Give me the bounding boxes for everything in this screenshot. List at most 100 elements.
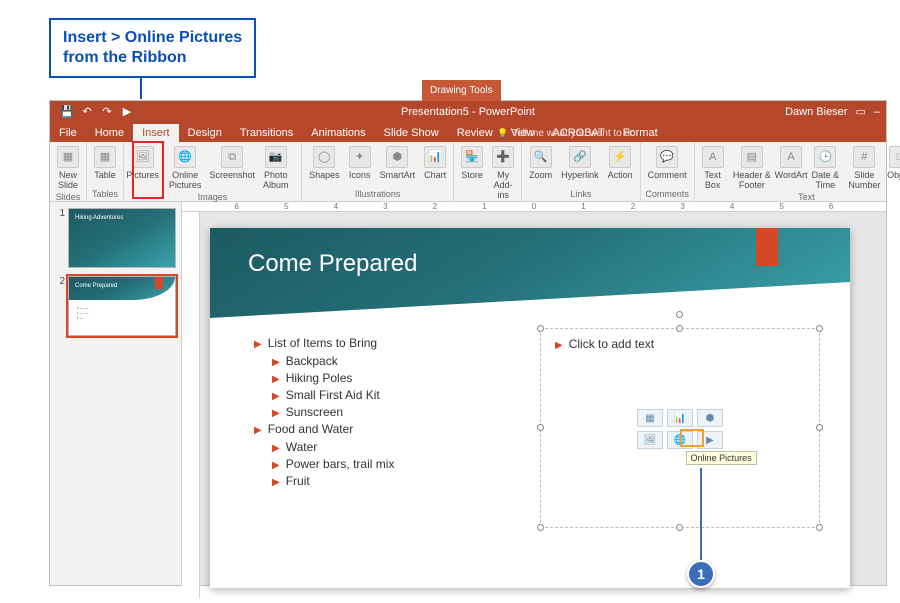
undo-icon[interactable]: ↶: [80, 105, 94, 119]
slide-title[interactable]: Come Prepared: [248, 250, 417, 278]
action-icon: ⚡: [609, 146, 631, 168]
resize-handle[interactable]: [537, 325, 544, 332]
ribbon-btn-label: Icons: [349, 170, 371, 180]
ribbon-btn-store[interactable]: 🏪Store: [458, 144, 486, 202]
resize-handle[interactable]: [676, 524, 683, 531]
ruler-vertical: [182, 212, 200, 598]
bullet-item[interactable]: ▶Small First Aid Kit: [254, 388, 504, 402]
insert-smartart-icon[interactable]: ⬢: [697, 409, 723, 427]
bullet-item[interactable]: ▶Water: [254, 440, 504, 454]
user-name[interactable]: Dawn Bieser: [785, 106, 847, 118]
tab-animations[interactable]: Animations: [302, 124, 374, 142]
ribbon-btn-hyperlink[interactable]: 🔗Hyperlink: [558, 144, 602, 182]
screenshot-icon: ⧉: [221, 146, 243, 168]
bullet-text: Sunscreen: [286, 405, 343, 419]
rotate-handle[interactable]: [676, 311, 683, 318]
slide-canvas-area[interactable]: Come Prepared ▶List of Items to Bring ▶Ba…: [200, 212, 886, 598]
insert-chart-icon[interactable]: 📊: [667, 409, 693, 427]
ribbon-btn-label: Chart: [424, 170, 446, 180]
resize-handle[interactable]: [537, 424, 544, 431]
date-time-icon: 🕒: [814, 146, 836, 168]
ruler-mark: 3: [383, 202, 387, 211]
placeholder-prompt[interactable]: ▶Click to add text: [555, 337, 654, 351]
ribbon-btn-wordart[interactable]: AWordArt: [777, 144, 805, 192]
tab-design[interactable]: Design: [179, 124, 231, 142]
ruler-mark: 5: [779, 202, 783, 211]
ribbon-tabs: File Home Insert Design Transitions Anim…: [50, 122, 886, 142]
bullet-icon: ▶: [272, 460, 280, 471]
ribbon-btn-label: Photo Album: [258, 170, 295, 190]
ribbon-group-label: Tables: [91, 189, 119, 199]
bullet-item[interactable]: ▶List of Items to Bring: [254, 336, 504, 350]
tab-transitions[interactable]: Transitions: [231, 124, 302, 142]
content-placeholder-right[interactable]: ▶Click to add text ▦ 📊 ⬢ 🖼 🌐 ▶ Online Pi…: [540, 328, 820, 528]
insert-online-pictures-icon[interactable]: 🌐: [667, 431, 693, 449]
ribbon-btn-action[interactable]: ⚡Action: [605, 144, 636, 182]
slide-thumbnail-pane[interactable]: 1 Hiking Adventures 2 Come Prepared • — …: [50, 202, 182, 585]
resize-handle[interactable]: [816, 524, 823, 531]
thumbnail-row-2[interactable]: 2 Come Prepared • — —• — —• —: [54, 276, 177, 336]
minimize-icon[interactable]: –: [874, 106, 880, 118]
comment-icon: 💬: [656, 146, 678, 168]
tab-file[interactable]: File: [50, 124, 86, 142]
ribbon-group-text: AText Box▤Header & FooterAWordArt🕒Date &…: [695, 142, 900, 201]
resize-handle[interactable]: [537, 524, 544, 531]
tell-me-search[interactable]: Tell me what you want to do: [493, 125, 640, 142]
ribbon-btn-chart[interactable]: 📊Chart: [421, 144, 449, 182]
wordart-icon: A: [780, 146, 802, 168]
slide[interactable]: Come Prepared ▶List of Items to Bring ▶Ba…: [210, 228, 850, 588]
ribbon-btn-photo-album[interactable]: 📷Photo Album: [255, 144, 298, 192]
thumb-body-preview: • — —• — —• —: [77, 305, 89, 320]
ribbon-options-icon[interactable]: ▭: [855, 105, 865, 118]
resize-handle[interactable]: [816, 424, 823, 431]
insert-table-icon[interactable]: ▦: [637, 409, 663, 427]
bullet-item[interactable]: ▶Food and Water: [254, 422, 504, 436]
title-bar: 💾 ↶ ↷ ▶ Presentation5 - PowerPoint Drawi…: [50, 101, 886, 122]
ribbon-btn-zoom[interactable]: 🔍Zoom: [526, 144, 555, 182]
bullet-item[interactable]: ▶Hiking Poles: [254, 371, 504, 385]
ruler-mark: 2: [631, 202, 635, 211]
photo-album-icon: 📷: [265, 146, 287, 168]
object-icon: □: [889, 146, 900, 168]
bullet-item[interactable]: ▶Power bars, trail mix: [254, 457, 504, 471]
ribbon-btn-table[interactable]: ▦Table: [91, 144, 119, 182]
resize-handle[interactable]: [816, 325, 823, 332]
insert-pictures-icon[interactable]: 🖼: [637, 431, 663, 449]
ribbon-btn-date-time[interactable]: 🕒Date & Time: [808, 144, 843, 192]
bullet-item[interactable]: ▶Backpack: [254, 354, 504, 368]
ribbon-group-label: Text: [699, 192, 900, 202]
start-show-icon[interactable]: ▶: [120, 105, 134, 119]
ribbon-btn-screenshot[interactable]: ⧉Screenshot: [213, 144, 252, 192]
bullet-item[interactable]: ▶Sunscreen: [254, 405, 504, 419]
ribbon-btn-label: Table: [94, 170, 116, 180]
ribbon-btn-smartart[interactable]: ⬢SmartArt: [377, 144, 419, 182]
ribbon-btn-text-box[interactable]: AText Box: [699, 144, 727, 192]
ribbon-btn-online-pictures[interactable]: 🌐Online Pictures: [160, 144, 210, 192]
ribbon-btn-shapes[interactable]: ◯Shapes: [306, 144, 343, 182]
bullet-icon: ▶: [272, 443, 280, 454]
tab-home[interactable]: Home: [86, 124, 133, 142]
ribbon-btn-slide-number[interactable]: #Slide Number: [846, 144, 883, 192]
ribbon-btn-comment[interactable]: 💬Comment: [645, 144, 690, 182]
ribbon-btn-pictures[interactable]: 🖼Pictures: [128, 144, 157, 192]
content-placeholder-left[interactable]: ▶List of Items to Bring ▶Backpack ▶Hiking …: [254, 336, 504, 491]
thumbnail-slide-1[interactable]: Hiking Adventures: [68, 208, 176, 268]
bullet-text: Food and Water: [268, 422, 354, 436]
bullet-item[interactable]: ▶Fruit: [254, 474, 504, 488]
ribbon-group-label: Slides: [54, 192, 82, 202]
tab-insert[interactable]: Insert: [133, 124, 179, 142]
resize-handle[interactable]: [676, 325, 683, 332]
hyperlink-icon: 🔗: [569, 146, 591, 168]
ribbon-btn-icons[interactable]: ✦Icons: [346, 144, 374, 182]
tab-slideshow[interactable]: Slide Show: [375, 124, 448, 142]
insert-video-icon[interactable]: ▶: [697, 431, 723, 449]
save-icon[interactable]: 💾: [60, 105, 74, 119]
ribbon-btn-header-footer[interactable]: ▤Header & Footer: [730, 144, 774, 192]
thumbnail-row-1[interactable]: 1 Hiking Adventures: [54, 208, 177, 268]
thumbnail-slide-2[interactable]: Come Prepared • — —• — —• —: [68, 276, 176, 336]
ribbon-btn-my-add-ins[interactable]: ➕My Add-ins: [489, 144, 517, 202]
ribbon-btn-label: Pictures: [126, 170, 159, 180]
ribbon-btn-new-slide[interactable]: ▦New Slide: [54, 144, 82, 192]
ribbon-btn-object[interactable]: □Object: [886, 144, 900, 192]
redo-icon[interactable]: ↷: [100, 105, 114, 119]
